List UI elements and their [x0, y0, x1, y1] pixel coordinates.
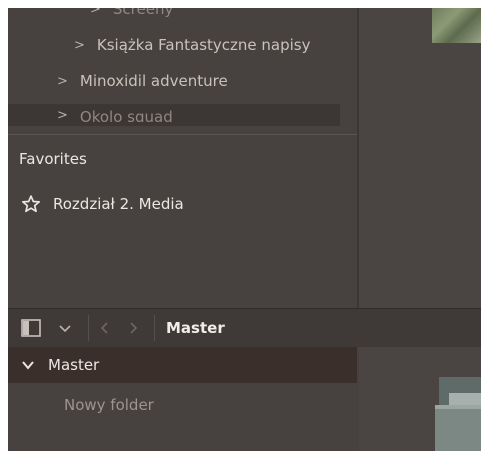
sidebar-panel: > Screeny > Książka Fantastyczne napisy … [8, 8, 357, 308]
library-root-label: Master [48, 356, 100, 374]
tree-item-label: Minoxidil adventure [79, 72, 228, 90]
chevron-down-icon [59, 325, 71, 333]
chevron-left-icon [100, 322, 108, 334]
star-icon [22, 195, 40, 213]
tree-item-screeny[interactable]: > Screeny [90, 8, 173, 18]
chevron-down-icon[interactable] [21, 358, 35, 372]
chevron-right-icon: > [90, 8, 101, 17]
preview-panel [359, 347, 481, 451]
tree-item-label: Książka Fantastyczne napisy [96, 36, 311, 54]
chevron-right-icon [130, 322, 138, 334]
library-child-item[interactable]: Nowy folder [64, 396, 154, 414]
toolbar-title: Master [166, 319, 225, 337]
sidebar-toggle-icon [21, 319, 41, 337]
tree-item-ksiazka[interactable]: > Książka Fantastyczne napisy [74, 36, 310, 54]
sidebar-toggle-button[interactable] [20, 318, 42, 338]
section-divider [8, 134, 357, 135]
tree-item-minoxidil[interactable]: > Minoxidil adventure [57, 72, 228, 90]
tree-item-label: Okolo squad [79, 108, 173, 122]
content-panel [359, 8, 481, 308]
favorite-item[interactable]: Rozdział 2. Media [21, 194, 184, 214]
back-button[interactable] [96, 318, 114, 338]
chevron-right-icon: > [57, 108, 68, 122]
library-toolbar: Master [8, 308, 481, 347]
forward-button[interactable] [124, 318, 142, 338]
toolbar-separator [88, 315, 89, 341]
view-dropdown-button[interactable] [56, 318, 74, 338]
favorites-title: Favorites [19, 150, 87, 168]
toolbar-separator [154, 315, 155, 341]
image-thumbnail[interactable] [432, 8, 481, 43]
tree-item-okolo[interactable]: > Okolo squad [57, 108, 173, 122]
folder-icon[interactable] [435, 377, 481, 451]
tree-item-label: Screeny [112, 8, 174, 18]
library-tree: Master Nowy folder [8, 347, 357, 451]
app-window: > Screeny > Książka Fantastyczne napisy … [8, 8, 481, 451]
favorite-item-label: Rozdział 2. Media [53, 195, 184, 213]
chevron-right-icon: > [57, 73, 68, 89]
chevron-right-icon: > [74, 37, 85, 53]
library-root-row[interactable]: Master [8, 347, 357, 383]
